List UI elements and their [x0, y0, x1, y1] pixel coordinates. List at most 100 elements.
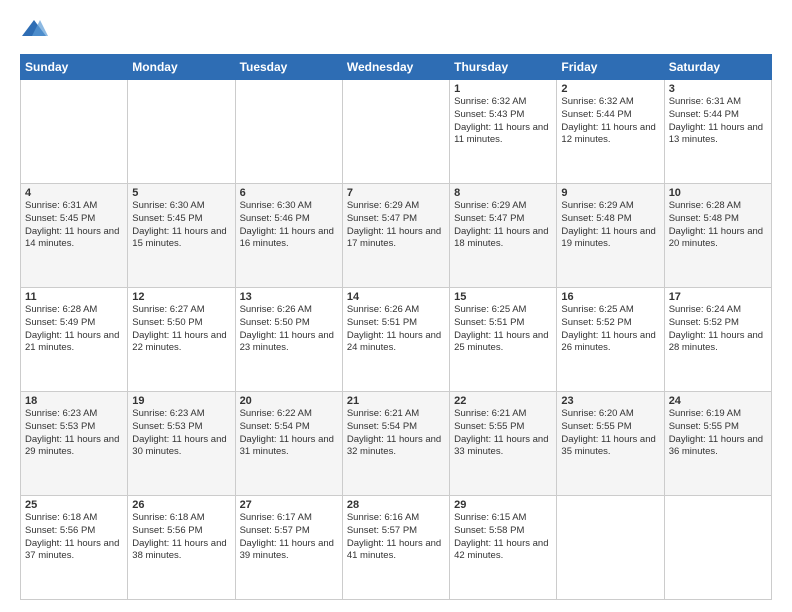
weekday-header: Wednesday [342, 55, 449, 80]
day-info: Sunrise: 6:30 AM Sunset: 5:45 PM Dayligh… [132, 200, 230, 251]
calendar-cell: 1Sunrise: 6:32 AM Sunset: 5:43 PM Daylig… [450, 80, 557, 184]
calendar: SundayMondayTuesdayWednesdayThursdayFrid… [20, 54, 772, 600]
day-info: Sunrise: 6:29 AM Sunset: 5:48 PM Dayligh… [561, 200, 659, 251]
day-info: Sunrise: 6:15 AM Sunset: 5:58 PM Dayligh… [454, 512, 552, 563]
weekday-header: Thursday [450, 55, 557, 80]
calendar-cell: 3Sunrise: 6:31 AM Sunset: 5:44 PM Daylig… [664, 80, 771, 184]
day-number: 1 [454, 83, 552, 95]
calendar-cell [664, 496, 771, 600]
day-number: 17 [669, 291, 767, 303]
day-info: Sunrise: 6:23 AM Sunset: 5:53 PM Dayligh… [132, 408, 230, 459]
calendar-week-row: 1Sunrise: 6:32 AM Sunset: 5:43 PM Daylig… [21, 80, 772, 184]
calendar-week-row: 11Sunrise: 6:28 AM Sunset: 5:49 PM Dayli… [21, 288, 772, 392]
calendar-cell: 4Sunrise: 6:31 AM Sunset: 5:45 PM Daylig… [21, 184, 128, 288]
day-number: 24 [669, 395, 767, 407]
day-info: Sunrise: 6:25 AM Sunset: 5:52 PM Dayligh… [561, 304, 659, 355]
day-number: 25 [25, 499, 123, 511]
header [20, 16, 772, 44]
day-info: Sunrise: 6:28 AM Sunset: 5:49 PM Dayligh… [25, 304, 123, 355]
day-number: 13 [240, 291, 338, 303]
calendar-cell: 13Sunrise: 6:26 AM Sunset: 5:50 PM Dayli… [235, 288, 342, 392]
calendar-cell: 19Sunrise: 6:23 AM Sunset: 5:53 PM Dayli… [128, 392, 235, 496]
day-number: 22 [454, 395, 552, 407]
weekday-header: Saturday [664, 55, 771, 80]
day-number: 12 [132, 291, 230, 303]
calendar-week-row: 18Sunrise: 6:23 AM Sunset: 5:53 PM Dayli… [21, 392, 772, 496]
day-info: Sunrise: 6:24 AM Sunset: 5:52 PM Dayligh… [669, 304, 767, 355]
day-info: Sunrise: 6:25 AM Sunset: 5:51 PM Dayligh… [454, 304, 552, 355]
logo [20, 16, 50, 44]
calendar-cell [21, 80, 128, 184]
day-info: Sunrise: 6:32 AM Sunset: 5:44 PM Dayligh… [561, 96, 659, 147]
day-info: Sunrise: 6:21 AM Sunset: 5:54 PM Dayligh… [347, 408, 445, 459]
day-info: Sunrise: 6:21 AM Sunset: 5:55 PM Dayligh… [454, 408, 552, 459]
day-number: 29 [454, 499, 552, 511]
day-number: 2 [561, 83, 659, 95]
day-info: Sunrise: 6:31 AM Sunset: 5:45 PM Dayligh… [25, 200, 123, 251]
calendar-cell: 21Sunrise: 6:21 AM Sunset: 5:54 PM Dayli… [342, 392, 449, 496]
day-info: Sunrise: 6:19 AM Sunset: 5:55 PM Dayligh… [669, 408, 767, 459]
weekday-header: Friday [557, 55, 664, 80]
day-info: Sunrise: 6:30 AM Sunset: 5:46 PM Dayligh… [240, 200, 338, 251]
day-number: 27 [240, 499, 338, 511]
calendar-cell: 14Sunrise: 6:26 AM Sunset: 5:51 PM Dayli… [342, 288, 449, 392]
day-number: 18 [25, 395, 123, 407]
day-info: Sunrise: 6:17 AM Sunset: 5:57 PM Dayligh… [240, 512, 338, 563]
calendar-cell [235, 80, 342, 184]
calendar-cell: 16Sunrise: 6:25 AM Sunset: 5:52 PM Dayli… [557, 288, 664, 392]
calendar-cell: 23Sunrise: 6:20 AM Sunset: 5:55 PM Dayli… [557, 392, 664, 496]
day-info: Sunrise: 6:28 AM Sunset: 5:48 PM Dayligh… [669, 200, 767, 251]
calendar-cell: 6Sunrise: 6:30 AM Sunset: 5:46 PM Daylig… [235, 184, 342, 288]
day-number: 20 [240, 395, 338, 407]
day-number: 4 [25, 187, 123, 199]
weekday-header: Monday [128, 55, 235, 80]
day-number: 11 [25, 291, 123, 303]
calendar-week-row: 4Sunrise: 6:31 AM Sunset: 5:45 PM Daylig… [21, 184, 772, 288]
day-info: Sunrise: 6:16 AM Sunset: 5:57 PM Dayligh… [347, 512, 445, 563]
day-number: 8 [454, 187, 552, 199]
day-number: 5 [132, 187, 230, 199]
calendar-cell: 24Sunrise: 6:19 AM Sunset: 5:55 PM Dayli… [664, 392, 771, 496]
calendar-cell: 20Sunrise: 6:22 AM Sunset: 5:54 PM Dayli… [235, 392, 342, 496]
day-info: Sunrise: 6:18 AM Sunset: 5:56 PM Dayligh… [25, 512, 123, 563]
logo-icon [20, 16, 48, 44]
calendar-cell: 11Sunrise: 6:28 AM Sunset: 5:49 PM Dayli… [21, 288, 128, 392]
calendar-cell: 5Sunrise: 6:30 AM Sunset: 5:45 PM Daylig… [128, 184, 235, 288]
calendar-cell: 25Sunrise: 6:18 AM Sunset: 5:56 PM Dayli… [21, 496, 128, 600]
calendar-cell [128, 80, 235, 184]
page: SundayMondayTuesdayWednesdayThursdayFrid… [0, 0, 792, 612]
weekday-header: Tuesday [235, 55, 342, 80]
calendar-cell: 9Sunrise: 6:29 AM Sunset: 5:48 PM Daylig… [557, 184, 664, 288]
calendar-cell: 8Sunrise: 6:29 AM Sunset: 5:47 PM Daylig… [450, 184, 557, 288]
day-info: Sunrise: 6:32 AM Sunset: 5:43 PM Dayligh… [454, 96, 552, 147]
day-info: Sunrise: 6:22 AM Sunset: 5:54 PM Dayligh… [240, 408, 338, 459]
day-number: 7 [347, 187, 445, 199]
day-info: Sunrise: 6:26 AM Sunset: 5:51 PM Dayligh… [347, 304, 445, 355]
day-number: 3 [669, 83, 767, 95]
day-number: 21 [347, 395, 445, 407]
day-number: 23 [561, 395, 659, 407]
calendar-cell: 17Sunrise: 6:24 AM Sunset: 5:52 PM Dayli… [664, 288, 771, 392]
day-info: Sunrise: 6:29 AM Sunset: 5:47 PM Dayligh… [347, 200, 445, 251]
day-number: 26 [132, 499, 230, 511]
day-number: 16 [561, 291, 659, 303]
day-info: Sunrise: 6:29 AM Sunset: 5:47 PM Dayligh… [454, 200, 552, 251]
calendar-cell: 18Sunrise: 6:23 AM Sunset: 5:53 PM Dayli… [21, 392, 128, 496]
calendar-cell: 22Sunrise: 6:21 AM Sunset: 5:55 PM Dayli… [450, 392, 557, 496]
day-info: Sunrise: 6:18 AM Sunset: 5:56 PM Dayligh… [132, 512, 230, 563]
day-info: Sunrise: 6:23 AM Sunset: 5:53 PM Dayligh… [25, 408, 123, 459]
calendar-cell: 15Sunrise: 6:25 AM Sunset: 5:51 PM Dayli… [450, 288, 557, 392]
day-number: 28 [347, 499, 445, 511]
day-number: 19 [132, 395, 230, 407]
day-number: 6 [240, 187, 338, 199]
calendar-cell: 2Sunrise: 6:32 AM Sunset: 5:44 PM Daylig… [557, 80, 664, 184]
day-info: Sunrise: 6:20 AM Sunset: 5:55 PM Dayligh… [561, 408, 659, 459]
calendar-cell: 7Sunrise: 6:29 AM Sunset: 5:47 PM Daylig… [342, 184, 449, 288]
weekday-header: Sunday [21, 55, 128, 80]
day-info: Sunrise: 6:26 AM Sunset: 5:50 PM Dayligh… [240, 304, 338, 355]
calendar-cell: 28Sunrise: 6:16 AM Sunset: 5:57 PM Dayli… [342, 496, 449, 600]
day-number: 10 [669, 187, 767, 199]
calendar-cell [342, 80, 449, 184]
calendar-cell: 12Sunrise: 6:27 AM Sunset: 5:50 PM Dayli… [128, 288, 235, 392]
weekday-header-row: SundayMondayTuesdayWednesdayThursdayFrid… [21, 55, 772, 80]
